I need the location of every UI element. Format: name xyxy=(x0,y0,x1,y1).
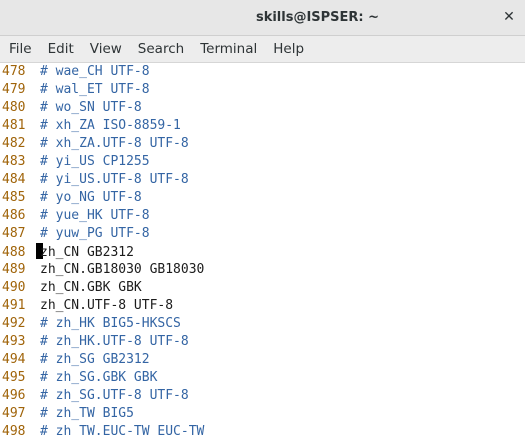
editor-line[interactable]: 489 zh_CN.GB18030 GB18030 xyxy=(0,261,525,279)
editor-line[interactable]: 479 # wal_ET UTF-8 xyxy=(0,81,525,99)
commented-locale-text: # zh_SG GB2312 xyxy=(40,352,150,367)
editor-line[interactable]: 493 # zh_HK.UTF-8 UTF-8 xyxy=(0,333,525,351)
commented-locale-text: # wo_SN UTF-8 xyxy=(40,100,142,115)
commented-locale-text: # zh_HK.UTF-8 UTF-8 xyxy=(40,334,189,349)
line-number: 480 xyxy=(2,100,26,115)
line-number: 482 xyxy=(2,136,26,151)
commented-locale-text: # zh_SG.GBK GBK xyxy=(40,370,158,385)
line-number: 497 xyxy=(2,406,26,421)
line-number: 486 xyxy=(2,208,26,223)
line-number: 485 xyxy=(2,190,26,205)
editor-line[interactable]: 483 # yi_US CP1255 xyxy=(0,153,525,171)
menu-bar: File Edit View Search Terminal Help xyxy=(0,36,525,63)
editor-line[interactable]: 494 # zh_SG GB2312 xyxy=(0,351,525,369)
commented-locale-text: # yo_NG UTF-8 xyxy=(40,190,142,205)
line-number: 481 xyxy=(2,118,26,133)
editor-line[interactable]: 486 # yue_HK UTF-8 xyxy=(0,207,525,225)
terminal-window: skills@ISPSER: ~ ✕ File Edit View Search… xyxy=(0,0,525,435)
editor-line[interactable]: 478 # wae_CH UTF-8 xyxy=(0,63,525,81)
line-number: 478 xyxy=(2,64,26,79)
menu-file[interactable]: File xyxy=(1,36,40,62)
commented-locale-text: # xh_ZA.UTF-8 UTF-8 xyxy=(40,136,189,151)
commented-locale-text: # zh_HK BIG5-HKSCS xyxy=(40,316,181,331)
commented-locale-text: # yi_US CP1255 xyxy=(40,154,150,169)
commented-locale-text: # yi_US.UTF-8 UTF-8 xyxy=(40,172,189,187)
line-number: 488 xyxy=(2,245,26,260)
line-number: 492 xyxy=(2,316,26,331)
editor-line[interactable]: 492 # zh_HK BIG5-HKSCS xyxy=(0,315,525,333)
commented-locale-text: # xh_ZA ISO-8859-1 xyxy=(40,118,181,133)
terminal-text-area[interactable]: 478 # wae_CH UTF-8 479 # wal_ET UTF-8 480 # w… xyxy=(0,63,525,435)
line-number: 491 xyxy=(2,298,26,313)
menu-view[interactable]: View xyxy=(82,36,130,62)
editor-line[interactable]: 481 # xh_ZA ISO-8859-1 xyxy=(0,117,525,135)
editor-line[interactable]: 491 zh_CN.UTF-8 UTF-8 xyxy=(0,297,525,315)
menu-terminal[interactable]: Terminal xyxy=(192,36,265,62)
editor-line[interactable]: 487 # yuw_PG UTF-8 xyxy=(0,225,525,243)
commented-locale-text: # zh_TW BIG5 xyxy=(40,406,134,421)
title-bar[interactable]: skills@ISPSER: ~ ✕ xyxy=(0,0,525,36)
line-number: 484 xyxy=(2,172,26,187)
editor-line[interactable]: 482 # xh_ZA.UTF-8 UTF-8 xyxy=(0,135,525,153)
line-number: 498 xyxy=(2,424,26,435)
editor-line[interactable]: 484 # yi_US.UTF-8 UTF-8 xyxy=(0,171,525,189)
commented-locale-text: # yuw_PG UTF-8 xyxy=(40,226,150,241)
close-icon[interactable]: ✕ xyxy=(499,7,519,27)
commented-locale-text: # zh_TW.EUC-TW EUC-TW xyxy=(40,424,205,435)
active-locale-text: zh_CN GB2312 xyxy=(40,245,134,260)
editor-line[interactable]: 498 # zh_TW.EUC-TW EUC-TW xyxy=(0,423,525,435)
commented-locale-text: # zh_SG.UTF-8 UTF-8 xyxy=(40,388,189,403)
editor-line[interactable]: 480 # wo_SN UTF-8 xyxy=(0,99,525,117)
editor-line[interactable]: 485 # yo_NG UTF-8 xyxy=(0,189,525,207)
line-number: 483 xyxy=(2,154,26,169)
active-locale-text: zh_CN.GB18030 GB18030 xyxy=(40,262,205,277)
line-number: 493 xyxy=(2,334,26,349)
line-number: 496 xyxy=(2,388,26,403)
line-number: 479 xyxy=(2,82,26,97)
editor-line[interactable]: 488 zh_CN GB2312 xyxy=(0,243,525,261)
menu-edit[interactable]: Edit xyxy=(40,36,82,62)
commented-locale-text: # wal_ET UTF-8 xyxy=(40,82,150,97)
line-number: 490 xyxy=(2,280,26,295)
commented-locale-text: # wae_CH UTF-8 xyxy=(40,64,150,79)
window-title: skills@ISPSER: ~ xyxy=(255,10,380,25)
line-number: 495 xyxy=(2,370,26,385)
menu-help[interactable]: Help xyxy=(265,36,312,62)
commented-locale-text: # yue_HK UTF-8 xyxy=(40,208,150,223)
editor-line[interactable]: 490 zh_CN.GBK GBK xyxy=(0,279,525,297)
editor-line[interactable]: 495 # zh_SG.GBK GBK xyxy=(0,369,525,387)
editor-line[interactable]: 496 # zh_SG.UTF-8 UTF-8 xyxy=(0,387,525,405)
line-number: 487 xyxy=(2,226,26,241)
editor-line[interactable]: 497 # zh_TW BIG5 xyxy=(0,405,525,423)
line-number: 489 xyxy=(2,262,26,277)
active-locale-text: zh_CN.GBK GBK xyxy=(40,280,142,295)
active-locale-text: zh_CN.UTF-8 UTF-8 xyxy=(40,298,174,313)
menu-search[interactable]: Search xyxy=(130,36,192,62)
line-number: 494 xyxy=(2,352,26,367)
